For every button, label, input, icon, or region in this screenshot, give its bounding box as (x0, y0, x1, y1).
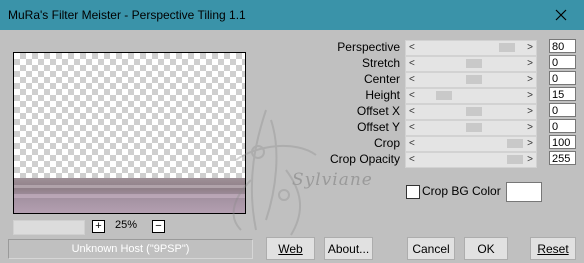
chevron-left-icon[interactable]: < (409, 154, 415, 165)
zoom-value: 25% (115, 219, 138, 231)
param-label-center: Center (363, 72, 400, 86)
param-label-crop: Crop (373, 136, 400, 150)
web-button-label: Web (278, 242, 303, 256)
dialog-client: + 25% − Unknown Host ("9PSP") Sylviane P… (0, 30, 584, 263)
reset-button-label: Reset (537, 242, 569, 256)
chevron-left-icon[interactable]: < (409, 58, 415, 69)
web-button[interactable]: Web (266, 237, 315, 260)
slider-height[interactable]: < > (405, 88, 537, 104)
chevron-right-icon[interactable]: > (527, 122, 533, 133)
value-crop[interactable]: 100 (549, 135, 576, 149)
zoom-in-button[interactable]: + (92, 220, 105, 233)
slider-offset-y[interactable]: < > (405, 120, 537, 136)
title-bar[interactable]: MuRa's Filter Meister - Perspective Tili… (0, 0, 584, 30)
chevron-left-icon[interactable]: < (409, 74, 415, 85)
value-offset-x[interactable]: 0 (549, 103, 576, 117)
zoom-field (13, 220, 85, 235)
slider-crop[interactable]: < > (405, 136, 537, 152)
value-crop-opacity[interactable]: 255 (549, 151, 576, 165)
filter-window: MuRa's Filter Meister - Perspective Tili… (0, 0, 584, 263)
chevron-left-icon[interactable]: < (409, 122, 415, 133)
cancel-button-label: Cancel (412, 242, 450, 256)
value-perspective[interactable]: 80 (549, 39, 576, 53)
ok-button-label: OK (477, 242, 495, 256)
slider-offset-x[interactable]: < > (405, 104, 537, 120)
slider-center[interactable]: < > (405, 72, 537, 88)
chevron-right-icon[interactable]: > (527, 90, 533, 101)
chevron-right-icon[interactable]: > (527, 74, 533, 85)
crop-bg-color-swatch[interactable] (506, 182, 542, 202)
value-center[interactable]: 0 (549, 71, 576, 85)
slider-thumb[interactable] (466, 107, 482, 116)
chevron-right-icon[interactable]: > (527, 58, 533, 69)
close-icon (555, 9, 567, 21)
crop-bg-checkbox[interactable] (406, 185, 420, 199)
chevron-right-icon[interactable]: > (527, 42, 533, 53)
slider-thumb[interactable] (466, 123, 482, 132)
value-stretch[interactable]: 0 (549, 55, 576, 69)
slider-thumb[interactable] (507, 155, 523, 164)
slider-thumb[interactable] (466, 75, 482, 84)
reset-button[interactable]: Reset (530, 237, 576, 260)
crop-bg-label[interactable]: Crop BG Color (422, 184, 501, 198)
param-label-stretch: Stretch (361, 56, 400, 70)
about-button[interactable]: About... (324, 237, 373, 260)
param-label-perspective: Perspective (337, 40, 400, 54)
chevron-left-icon[interactable]: < (409, 42, 415, 53)
ok-button[interactable]: OK (464, 237, 508, 260)
chevron-left-icon[interactable]: < (409, 138, 415, 149)
chevron-right-icon[interactable]: > (527, 154, 533, 165)
slider-thumb[interactable] (499, 43, 515, 52)
about-button-label: About... (327, 242, 370, 256)
watermark-text: Sylviane (292, 170, 373, 190)
chevron-left-icon[interactable]: < (409, 106, 415, 117)
slider-crop-opacity[interactable]: < > (405, 152, 537, 168)
param-label-offset-x: Offset X (356, 104, 400, 118)
slider-thumb[interactable] (466, 59, 482, 68)
window-title: MuRa's Filter Meister - Perspective Tili… (8, 8, 246, 22)
chevron-right-icon[interactable]: > (527, 138, 533, 149)
value-offset-y[interactable]: 0 (549, 119, 576, 133)
param-label-height: Height (365, 88, 400, 102)
value-height[interactable]: 15 (549, 87, 576, 101)
param-label-offset-y: Offset Y (357, 120, 400, 134)
param-label-crop-opacity: Crop Opacity (329, 152, 400, 166)
cancel-button[interactable]: Cancel (407, 237, 455, 260)
chevron-left-icon[interactable]: < (409, 90, 415, 101)
chevron-right-icon[interactable]: > (527, 106, 533, 117)
close-button[interactable] (538, 0, 584, 30)
slider-thumb[interactable] (507, 139, 523, 148)
slider-stretch[interactable]: < > (405, 56, 537, 72)
zoom-out-button[interactable]: − (152, 220, 165, 233)
slider-perspective[interactable]: < > (405, 40, 537, 56)
slider-thumb[interactable] (436, 91, 452, 100)
